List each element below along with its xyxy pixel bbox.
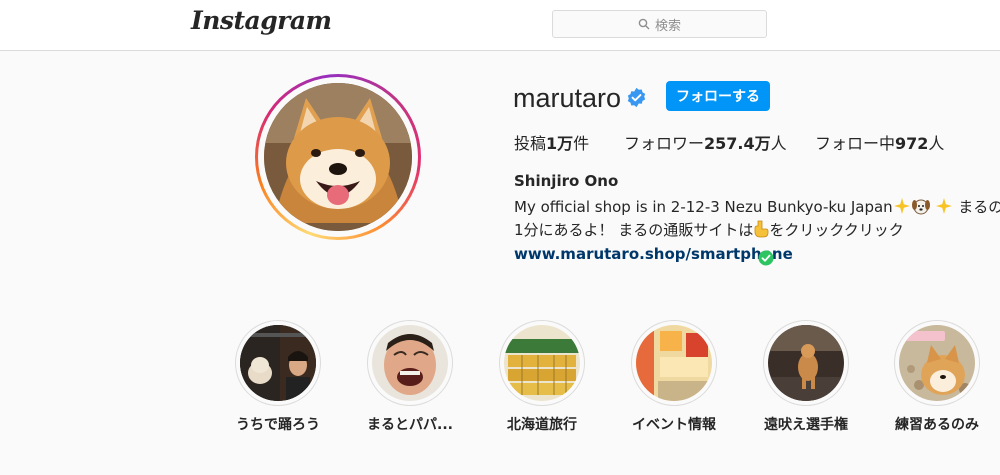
verified-badge-icon — [627, 87, 646, 108]
profile-bio: My official shop is in 2-12-3 Nezu Bunky… — [514, 196, 1000, 242]
highlight-cover-image — [768, 325, 844, 401]
profile-full-name: Shinjiro Ono — [514, 172, 619, 190]
followers-link[interactable]: フォロワー257.4万人 — [624, 130, 787, 154]
highlight-item[interactable]: 北海道旅行 — [498, 320, 586, 434]
sparkles-icon — [893, 198, 910, 214]
following-link[interactable]: フォロー中972人 — [815, 130, 944, 154]
bio-line-1: My official shop is in 2-12-3 Nezu Bunky… — [514, 198, 893, 216]
sparkles-icon — [936, 198, 953, 214]
search-input[interactable]: 検索 — [552, 10, 767, 38]
dog-face-icon — [911, 199, 930, 215]
bio-line-2-end: をクリッククリック — [769, 221, 904, 239]
highlight-item[interactable]: 遠吠え選手権 — [762, 320, 850, 434]
pointing-down-icon — [754, 220, 769, 238]
bio-line-2: 1分にあるよ！ まるの通販サイトは — [514, 221, 754, 239]
highlight-label: 北海道旅行 — [507, 417, 577, 433]
profile-photo-shiba — [264, 83, 412, 231]
highlight-label: 遠吠え選手権 — [764, 417, 848, 433]
instagram-logo[interactable]: Instagram — [191, 6, 332, 35]
check-circle-icon — [758, 250, 774, 266]
highlight-cover-image — [636, 325, 712, 401]
search-icon — [638, 18, 650, 30]
top-navigation-bar: Instagram 検索 — [0, 0, 1000, 51]
highlight-label: うちで踊ろう — [236, 417, 320, 433]
highlight-cover-image — [504, 325, 580, 401]
highlight-item[interactable]: イベント情報 — [630, 320, 718, 434]
highlight-label: まるとパパ... — [367, 417, 453, 433]
highlight-item[interactable]: まるとパパ... — [366, 320, 454, 434]
profile-avatar[interactable] — [255, 74, 421, 240]
posts-count: 投稿1万件 — [514, 134, 590, 153]
highlight-item[interactable]: 練習あるのみ — [893, 320, 981, 434]
profile-username: marutaro — [513, 83, 622, 113]
highlight-label: イベント情報 — [632, 417, 716, 433]
highlight-cover-image — [899, 325, 975, 401]
search-placeholder: 検索 — [654, 18, 681, 34]
highlight-item[interactable]: うちで踊ろう — [234, 320, 322, 434]
bio-line-1-end: まるのあ — [958, 198, 1000, 216]
highlight-label: 練習あるのみ — [895, 417, 979, 433]
profile-website-link[interactable]: www.marutaro.shop/smartphone — [514, 245, 793, 263]
follow-button[interactable]: フォローする — [666, 81, 770, 111]
highlight-cover-image — [240, 325, 316, 401]
highlight-cover-image — [372, 325, 448, 401]
